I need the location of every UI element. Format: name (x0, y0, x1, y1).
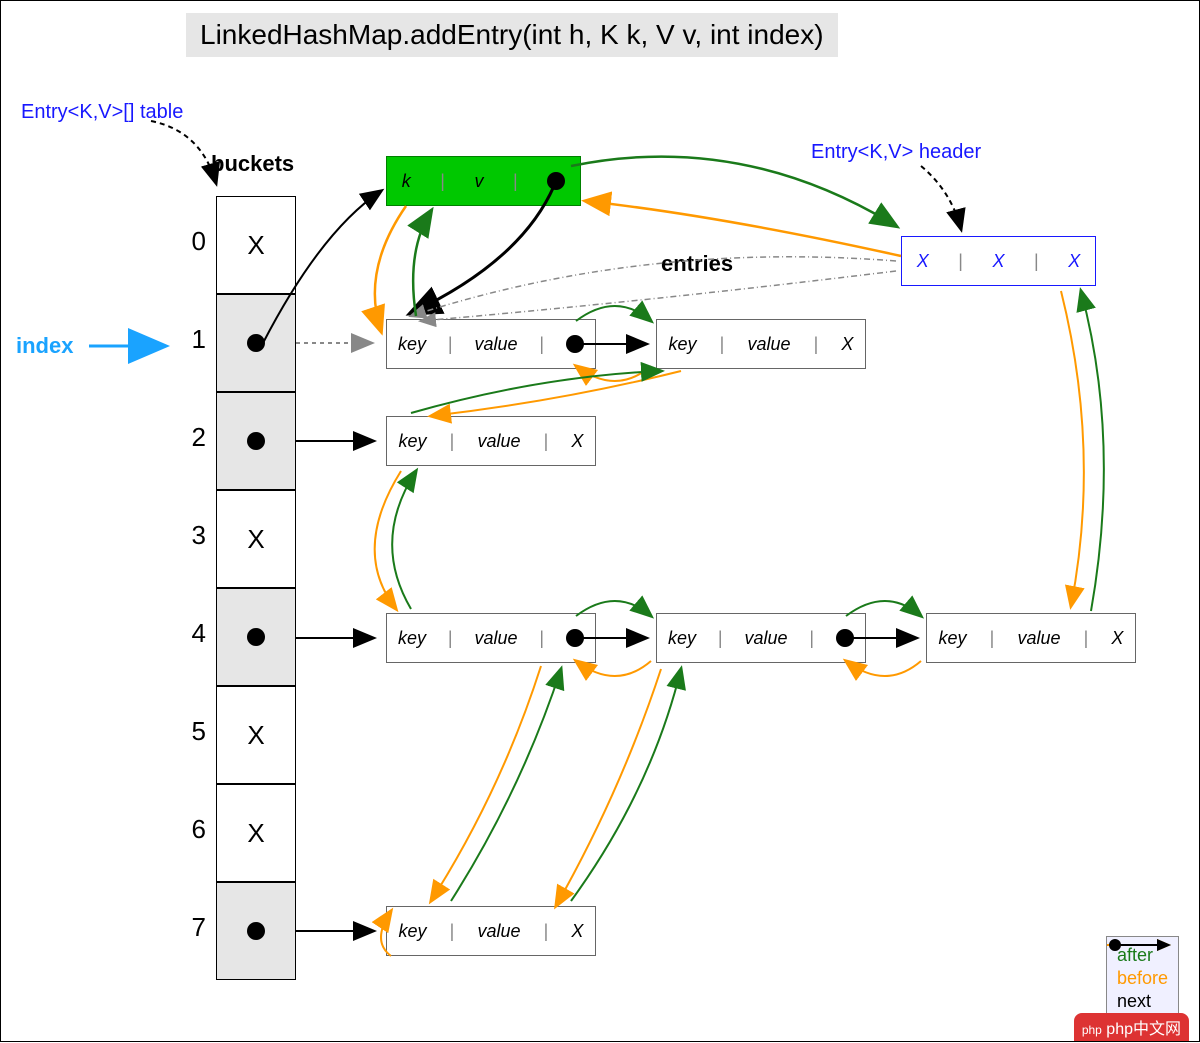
bucket-cell: X (216, 196, 296, 294)
bucket-cell: X (216, 784, 296, 882)
pointer-dot (247, 334, 265, 352)
pointer-dot (547, 172, 565, 190)
bucket-index: 4 (176, 618, 206, 649)
entry-node: key|value|X (926, 613, 1136, 663)
bucket-index: 0 (176, 226, 206, 257)
buckets-label: buckets (211, 151, 294, 177)
bucket-cell (216, 588, 296, 686)
bucket-cell (216, 882, 296, 980)
diagram-canvas: LinkedHashMap.addEntry(int h, K k, V v, … (0, 0, 1200, 1042)
bucket-index: 3 (176, 520, 206, 551)
pointer-dot (247, 922, 265, 940)
entry-node: key|value|X (386, 416, 596, 466)
legend-box: after before next (1106, 936, 1179, 1021)
bucket-cell (216, 294, 296, 392)
entry-node: key|value| (656, 613, 866, 663)
bucket-index: 1 (176, 324, 206, 355)
legend-after: after (1117, 945, 1168, 966)
entry-node: key|value|X (656, 319, 866, 369)
index-label: index (16, 333, 73, 359)
entries-label: entries (661, 251, 733, 277)
entry-node: key|value| (386, 319, 596, 369)
pointer-dot (247, 432, 265, 450)
header-label: Entry<K,V> header (811, 141, 981, 164)
pointer-dot (247, 628, 265, 646)
pointer-dot (566, 629, 584, 647)
legend-next: next (1117, 991, 1168, 1012)
bucket-index: 7 (176, 912, 206, 943)
diagram-title: LinkedHashMap.addEntry(int h, K k, V v, … (186, 13, 838, 57)
bucket-index: 6 (176, 814, 206, 845)
watermark: php php中文网 (1074, 1013, 1189, 1041)
bucket-cell: X (216, 686, 296, 784)
bucket-index: 2 (176, 422, 206, 453)
new-entry-node: k| v| (386, 156, 581, 206)
entry-node: key|value|X (386, 906, 596, 956)
pointer-dot (566, 335, 584, 353)
bucket-cell (216, 392, 296, 490)
pointer-dot (836, 629, 854, 647)
bucket-index: 5 (176, 716, 206, 747)
table-label: Entry<K,V>[] table (21, 101, 183, 124)
legend-before: before (1117, 968, 1168, 989)
header-entry-node: X| X| X (901, 236, 1096, 286)
entry-node: key|value| (386, 613, 596, 663)
bucket-cell: X (216, 490, 296, 588)
